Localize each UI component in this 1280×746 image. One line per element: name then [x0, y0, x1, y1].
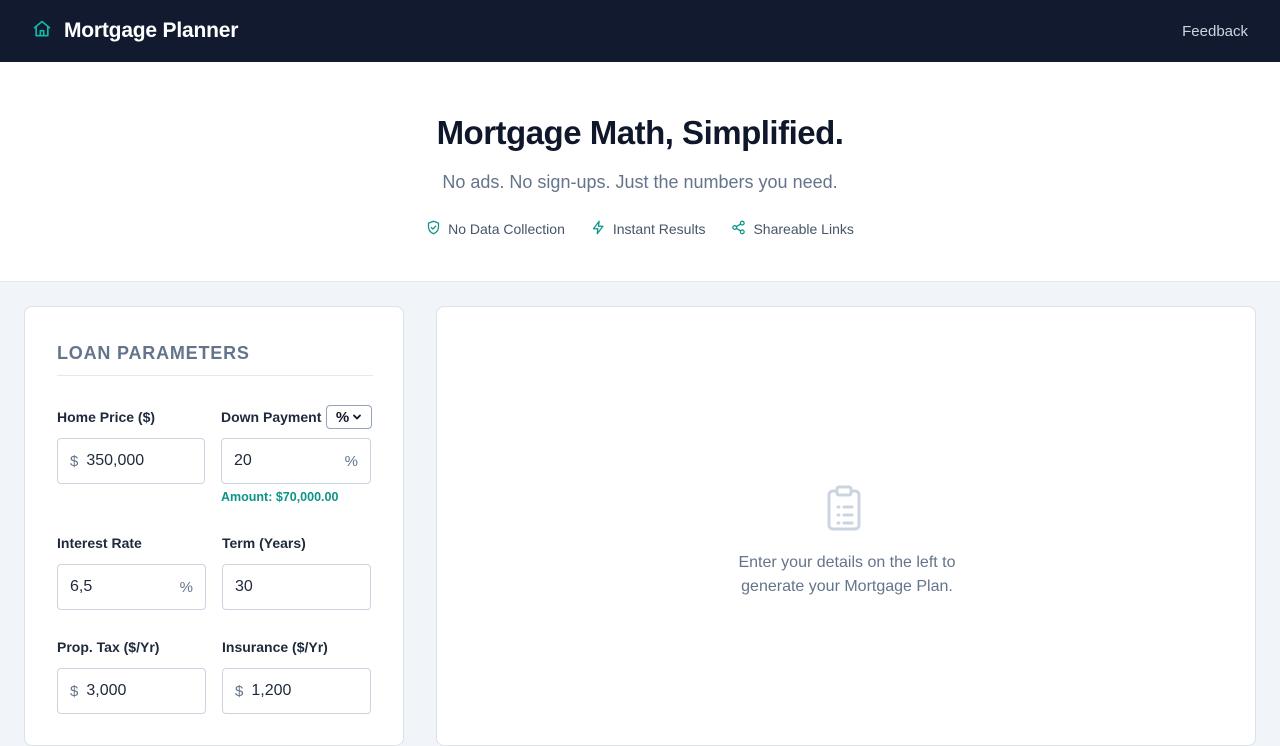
down-payment-unit-select[interactable]: % — [326, 405, 372, 429]
empty-state-line: generate your Mortgage Plan. — [741, 578, 953, 595]
loan-parameters-card: LOAN PARAMETERS Home Price ($) $ Down Pa… — [24, 306, 404, 746]
home-price-field[interactable]: $ — [57, 438, 205, 484]
lightning-icon — [591, 220, 606, 238]
home-icon — [32, 19, 52, 44]
interest-rate-field[interactable]: % — [57, 564, 206, 610]
down-payment-amount: Amount: $70,000.00 — [221, 490, 339, 504]
down-payment-label: Down Payment — [221, 409, 322, 425]
empty-state-line: Enter your details on the left to — [738, 554, 956, 571]
hero-title: Mortgage Math, Simplified. — [436, 114, 844, 151]
hero-section: Mortgage Math, Simplified. No ads. No si… — [0, 62, 1280, 282]
top-navbar: Mortgage Planner Feedback — [0, 0, 1280, 62]
results-card: Enter your details on the left to genera… — [436, 306, 1256, 746]
interest-rate-input[interactable] — [70, 578, 180, 596]
share-icon — [731, 220, 746, 238]
section-title: LOAN PARAMETERS — [57, 343, 250, 363]
term-input[interactable] — [235, 578, 358, 596]
insurance-label: Insurance ($/Yr) — [222, 639, 328, 655]
prop-tax-label: Prop. Tax ($/Yr) — [57, 639, 160, 655]
dollar-prefix: $ — [70, 682, 79, 700]
interest-rate-label: Interest Rate — [57, 535, 142, 551]
feature-list: No Data Collection Instant Results Share… — [0, 220, 1280, 238]
feedback-link[interactable]: Feedback — [1182, 23, 1248, 40]
feature-label: Shareable Links — [753, 221, 854, 237]
chevron-down-icon — [352, 409, 362, 426]
prop-tax-input[interactable] — [86, 682, 193, 700]
down-payment-input[interactable] — [234, 452, 345, 470]
insurance-input[interactable] — [251, 682, 358, 700]
shield-check-icon — [426, 220, 441, 238]
insurance-field[interactable]: $ — [222, 668, 371, 714]
percent-suffix: % — [344, 452, 358, 470]
unit-selected: % — [335, 408, 350, 426]
app-title: Mortgage Planner — [64, 19, 239, 42]
clipboard-icon — [825, 485, 865, 533]
percent-suffix: % — [179, 578, 193, 596]
feature-instant-results: Instant Results — [591, 220, 706, 238]
feature-shareable-links: Shareable Links — [731, 220, 854, 238]
empty-state-message: Enter your details on the left to genera… — [697, 551, 997, 599]
term-label: Term (Years) — [222, 535, 306, 551]
hero-subtitle: No ads. No sign-ups. Just the numbers yo… — [442, 172, 838, 192]
feature-label: No Data Collection — [448, 221, 565, 237]
term-field[interactable] — [222, 564, 371, 610]
feature-label: Instant Results — [612, 221, 706, 237]
home-price-label: Home Price ($) — [57, 409, 156, 425]
dollar-prefix: $ — [235, 682, 244, 700]
dollar-prefix: $ — [70, 452, 79, 470]
divider — [57, 375, 373, 376]
down-payment-field[interactable]: % — [221, 438, 371, 484]
brand[interactable]: Mortgage Planner — [32, 19, 238, 44]
home-price-input[interactable] — [86, 452, 192, 470]
feature-no-data-collection: No Data Collection — [426, 220, 565, 238]
prop-tax-field[interactable]: $ — [57, 668, 206, 714]
